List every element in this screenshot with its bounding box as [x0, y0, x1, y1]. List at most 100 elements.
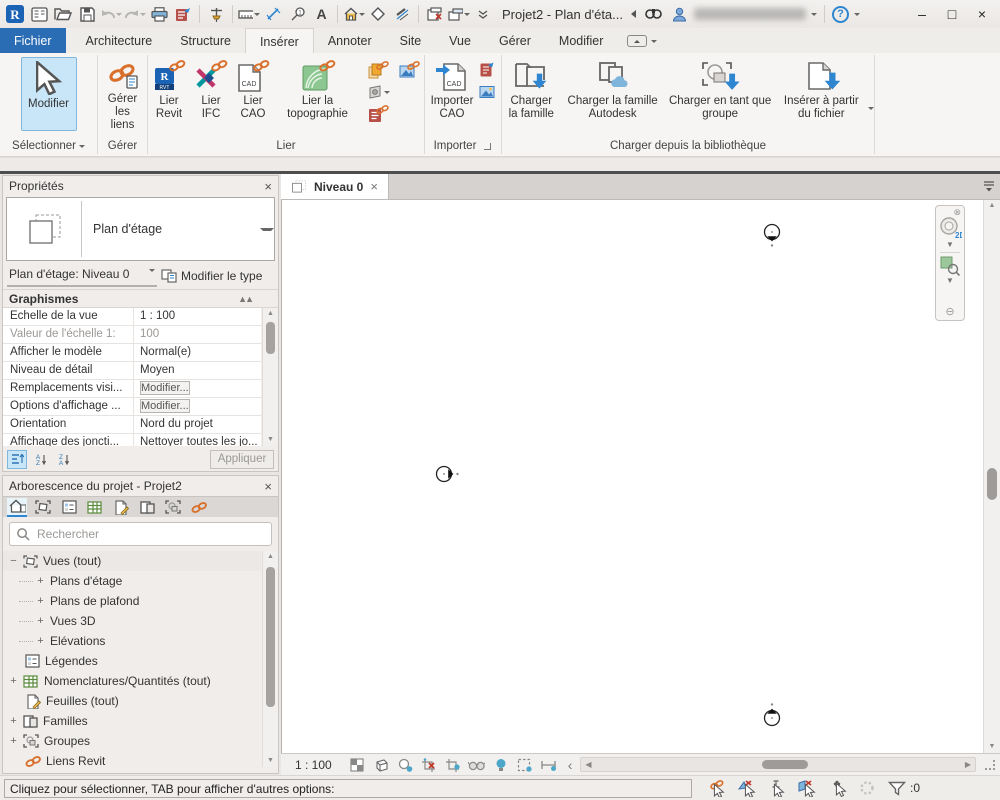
elevation-marker-north[interactable] — [760, 222, 784, 250]
viewbar-collapse-icon[interactable]: ‹ — [568, 757, 573, 773]
print-icon[interactable] — [148, 3, 170, 25]
save-icon[interactable] — [76, 3, 98, 25]
tree-item-liens-revit[interactable]: Liens Revit — [3, 751, 261, 767]
browser-search[interactable] — [9, 522, 272, 546]
elevation-marker-west[interactable] — [434, 462, 462, 486]
filter-icon[interactable] — [886, 779, 908, 797]
close-inactive-windows-icon[interactable] — [424, 3, 446, 25]
property-row[interactable]: Affichage des joncti... Nettoyer toutes l… — [3, 434, 261, 446]
maximize-button[interactable]: □ — [938, 3, 966, 25]
import-image-icon[interactable] — [479, 85, 495, 99]
insert-from-file-button[interactable]: Insérer à partir du fichier — [778, 57, 865, 124]
import-cad-button[interactable]: CAD Importer CAO — [427, 57, 477, 124]
account-menu-caret-icon[interactable] — [811, 13, 817, 19]
vertical-scrollbar[interactable]: ▲ ▼ — [983, 200, 1000, 753]
panel-label-selectionner[interactable]: Sélectionner — [0, 137, 97, 156]
tab-fichier[interactable]: Fichier — [0, 28, 66, 53]
zoom-region-icon[interactable] — [940, 256, 960, 276]
select-pinned-icon[interactable] — [766, 779, 788, 797]
tab-site[interactable]: Site — [386, 28, 436, 53]
link-topography-button[interactable]: Lier la topographie — [276, 57, 359, 124]
tab-structure[interactable]: Structure — [166, 28, 245, 53]
tab-architecture[interactable]: Architecture — [72, 28, 167, 53]
sort-default-icon[interactable] — [7, 449, 27, 469]
view-tab-close-icon[interactable]: × — [370, 179, 378, 194]
browser-schedules-icon[interactable] — [85, 498, 105, 517]
tree-item-plans-etage[interactable]: + Plans d'étage — [3, 571, 261, 591]
model-canvas[interactable]: ⊗ 2D ▼ ▼ ⊖ — [281, 200, 983, 753]
modify-button[interactable]: Modifier — [20, 57, 77, 131]
undo-icon[interactable] — [100, 3, 122, 25]
modify-overrides-button[interactable]: Modifier... — [140, 381, 190, 395]
elevation-marker-south[interactable] — [760, 700, 784, 728]
wheel-menu-caret-icon[interactable]: ▼ — [946, 240, 954, 249]
account-avatar-icon[interactable] — [668, 3, 690, 25]
tree-item-plans-plafond[interactable]: + Plans de plafond — [3, 591, 261, 611]
view-tab-niveau0[interactable]: Niveau 0 × — [281, 174, 389, 199]
type-selector[interactable]: Plan d'étage — [6, 197, 275, 261]
browser-families-icon[interactable] — [137, 498, 157, 517]
thin-lines-icon[interactable] — [391, 3, 413, 25]
horizontal-scrollbar[interactable]: ◀ ▶ — [580, 757, 976, 772]
export-icon[interactable] — [172, 3, 194, 25]
decal-icon[interactable] — [367, 84, 390, 100]
tree-item-legendes[interactable]: Légendes — [3, 651, 261, 671]
importer-dialog-launcher-icon[interactable] — [482, 141, 492, 151]
property-row[interactable]: Echelle de la vue 1 : 100 — [3, 308, 261, 326]
help-menu-caret-icon[interactable] — [854, 13, 860, 19]
browser-scrollbar[interactable]: ▲ ▼ — [262, 551, 278, 767]
navbar-close-icon[interactable]: ⊗ — [953, 208, 961, 217]
navbar-minimize-icon[interactable]: ⊖ — [945, 305, 954, 318]
load-autodesk-family-button[interactable]: Charger la famille Autodesk — [563, 57, 663, 124]
visual-style-icon[interactable] — [372, 756, 390, 773]
browser-groups-icon[interactable] — [163, 498, 183, 517]
home-screen-icon[interactable] — [28, 3, 50, 25]
sun-path-icon[interactable] — [396, 756, 414, 773]
pushpin-icon[interactable] — [205, 3, 227, 25]
minimize-button[interactable]: – — [908, 3, 936, 25]
manage-links-button[interactable]: Gérer les liens — [100, 57, 146, 136]
title-collapse-icon[interactable] — [629, 9, 638, 19]
temporary-hide-isolate-icon[interactable] — [468, 756, 486, 773]
search-input[interactable] — [37, 527, 265, 541]
aligned-dimension-icon[interactable] — [262, 3, 284, 25]
close-button[interactable]: × — [968, 3, 996, 25]
help-icon[interactable]: ? — [832, 5, 849, 23]
tag-icon[interactable]: 1 — [286, 3, 308, 25]
instance-selector[interactable]: Plan d'étage: Niveau 0 — [7, 265, 157, 287]
property-row[interactable]: Remplacements visi... Modifier... — [3, 380, 261, 398]
sort-ascending-icon[interactable]: AZ — [30, 450, 50, 469]
browser-home-icon[interactable] — [7, 497, 27, 517]
section-icon[interactable] — [367, 3, 389, 25]
tree-item-elevations[interactable]: + Elévations — [3, 631, 261, 651]
zoom-menu-caret-icon[interactable]: ▼ — [946, 276, 954, 285]
select-underlay-icon[interactable] — [736, 779, 758, 797]
property-row[interactable]: Orientation Nord du projet — [3, 416, 261, 434]
resize-grip[interactable] — [984, 759, 996, 771]
browser-links-icon[interactable] — [189, 498, 209, 517]
property-row[interactable]: Niveau de détail Moyen — [3, 362, 261, 380]
apply-button[interactable]: Appliquer — [210, 449, 274, 469]
customize-qat-icon[interactable] — [472, 3, 494, 25]
select-by-face-icon[interactable] — [796, 779, 818, 797]
modify-display-options-button[interactable]: Modifier... — [140, 399, 190, 413]
tab-inserer[interactable]: Insérer — [244, 28, 314, 53]
link-pdf-icon[interactable] — [367, 105, 390, 123]
panel-label-gerer[interactable]: Gérer — [98, 137, 147, 156]
tree-item-groupes[interactable]: + Groupes — [3, 731, 261, 751]
link-cad-button[interactable]: CAD Lier CAO — [232, 57, 274, 124]
browser-legends-icon[interactable] — [59, 498, 79, 517]
properties-close-icon[interactable]: × — [264, 179, 272, 194]
panel-label-lier[interactable]: Lier — [148, 137, 424, 156]
text-icon[interactable]: A — [310, 3, 332, 25]
panel-label-importer[interactable]: Importer — [425, 137, 501, 156]
panel-label-charger[interactable]: Charger depuis la bibliothèque — [502, 137, 874, 156]
browser-views-icon[interactable] — [33, 498, 53, 517]
tree-item-vues-3d[interactable]: + Vues 3D — [3, 611, 261, 631]
link-revit-button[interactable]: R RVT Lier Revit — [148, 57, 190, 124]
tree-item-feuilles[interactable]: Feuilles (tout) — [3, 691, 261, 711]
tab-gerer[interactable]: Gérer — [485, 28, 545, 53]
select-links-icon[interactable] — [706, 779, 728, 797]
link-image-icon[interactable] — [398, 61, 420, 79]
tab-modifier[interactable]: Modifier — [545, 28, 617, 53]
